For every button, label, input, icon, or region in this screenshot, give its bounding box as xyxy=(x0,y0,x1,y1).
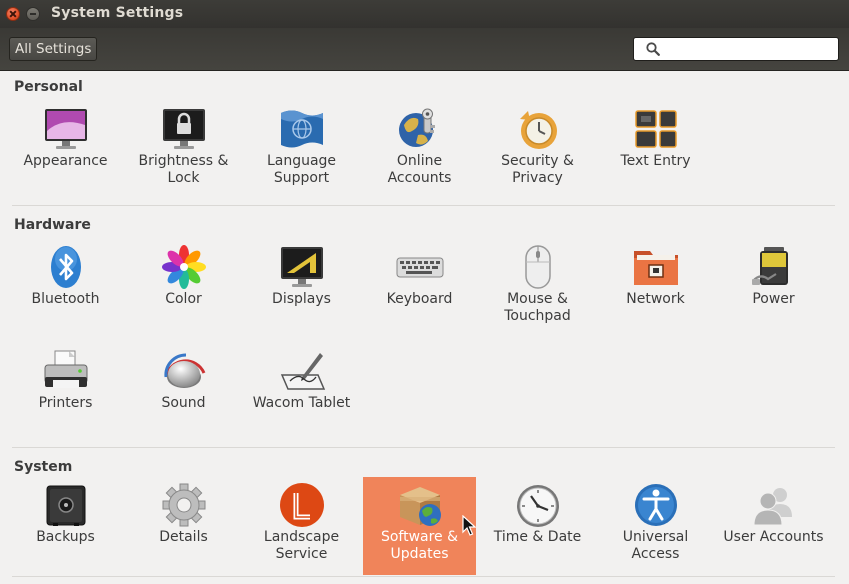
software-updates-icon xyxy=(396,481,444,529)
network-icon xyxy=(632,243,680,291)
item-appearance[interactable]: Appearance xyxy=(9,101,122,199)
item-label: Backups xyxy=(36,529,95,545)
item-displays[interactable]: Displays xyxy=(245,239,358,337)
item-text-entry[interactable]: Text Entry xyxy=(599,101,712,199)
item-printers[interactable]: Printers xyxy=(9,343,122,441)
item-language-support[interactable]: Language Support xyxy=(245,101,358,199)
search-input[interactable] xyxy=(668,40,832,58)
item-label: Bluetooth xyxy=(31,291,100,307)
item-label: Online Accounts xyxy=(387,153,452,186)
toolbar: All Settings xyxy=(0,28,849,71)
item-label: User Accounts xyxy=(723,529,824,545)
item-time-date[interactable]: Time & Date xyxy=(481,477,594,575)
power-icon xyxy=(750,243,798,291)
search-icon xyxy=(646,42,660,56)
universal-access-icon xyxy=(632,481,680,529)
item-mouse-touchpad[interactable]: Mouse & Touchpad xyxy=(481,239,594,337)
minimize-window-button[interactable] xyxy=(26,7,40,21)
landscape-service-icon xyxy=(278,481,326,529)
language-support-icon xyxy=(278,105,326,153)
section-title-system: System xyxy=(14,459,73,475)
section-title-hardware: Hardware xyxy=(14,217,91,233)
section-title-personal: Personal xyxy=(14,79,83,95)
user-accounts-icon xyxy=(750,481,798,529)
text-entry-icon xyxy=(632,105,680,153)
item-software-updates[interactable]: Software & Updates xyxy=(363,477,476,575)
item-keyboard[interactable]: Keyboard xyxy=(363,239,476,337)
item-label: Text Entry xyxy=(620,153,691,169)
item-power[interactable]: Power xyxy=(717,239,830,337)
security-privacy-icon xyxy=(514,105,562,153)
section-divider xyxy=(12,576,835,577)
item-label: Language Support xyxy=(266,153,337,186)
item-backups[interactable]: Backups xyxy=(9,477,122,575)
wacom-tablet-icon xyxy=(278,347,326,395)
item-online-accounts[interactable]: Online Accounts xyxy=(363,101,476,199)
item-universal-access[interactable]: Universal Access xyxy=(599,477,712,575)
item-security-privacy[interactable]: Security & Privacy xyxy=(481,101,594,199)
all-settings-button[interactable]: All Settings xyxy=(9,37,98,61)
brightness-lock-icon xyxy=(160,105,208,153)
item-user-accounts[interactable]: User Accounts xyxy=(717,477,830,575)
search-box[interactable] xyxy=(633,37,839,61)
item-label: Power xyxy=(752,291,795,307)
mouse-touchpad-icon xyxy=(514,243,562,291)
item-sound[interactable]: Sound xyxy=(127,343,240,441)
item-color[interactable]: Color xyxy=(127,239,240,337)
mouse-pointer-icon xyxy=(462,515,476,536)
window-title: System Settings xyxy=(51,5,184,21)
sound-icon xyxy=(160,347,208,395)
item-label: Sound xyxy=(161,395,206,411)
item-label: Time & Date xyxy=(493,529,582,545)
title-bar: System Settings xyxy=(0,0,849,28)
item-label: Details xyxy=(159,529,208,545)
system-settings-window: System Settings All Settings Personal Ap… xyxy=(0,0,849,584)
item-details[interactable]: Details xyxy=(127,477,240,575)
item-label: Network xyxy=(626,291,685,307)
details-icon xyxy=(160,481,208,529)
backups-icon xyxy=(42,481,90,529)
item-label: Color xyxy=(165,291,202,307)
appearance-icon xyxy=(42,105,90,153)
item-label: Printers xyxy=(38,395,93,411)
item-landscape-service[interactable]: Landscape Service xyxy=(245,477,358,575)
section-divider xyxy=(12,205,835,206)
item-bluetooth[interactable]: Bluetooth xyxy=(9,239,122,337)
color-icon xyxy=(160,243,208,291)
item-label: Universal Access xyxy=(622,529,689,562)
keyboard-icon xyxy=(396,243,444,291)
item-label: Landscape Service xyxy=(263,529,340,562)
settings-content: Personal Appearance Brightness & Lock La… xyxy=(1,71,849,584)
item-wacom-tablet[interactable]: Wacom Tablet xyxy=(245,343,358,441)
item-label: Security & Privacy xyxy=(501,153,574,186)
item-label: Appearance xyxy=(23,153,108,169)
online-accounts-icon xyxy=(396,105,444,153)
item-brightness-lock[interactable]: Brightness & Lock xyxy=(127,101,240,199)
printers-icon xyxy=(42,347,90,395)
section-divider xyxy=(12,447,835,448)
item-label: Software & Updates xyxy=(380,529,459,562)
close-window-button[interactable] xyxy=(6,7,20,21)
bluetooth-icon xyxy=(42,243,90,291)
item-label: Displays xyxy=(272,291,331,307)
item-label: Keyboard xyxy=(386,291,453,307)
item-network[interactable]: Network xyxy=(599,239,712,337)
item-label: Wacom Tablet xyxy=(252,395,351,411)
time-date-icon xyxy=(514,481,562,529)
displays-icon xyxy=(278,243,326,291)
item-label: Mouse & Touchpad xyxy=(504,291,571,324)
item-label: Brightness & Lock xyxy=(138,153,229,186)
